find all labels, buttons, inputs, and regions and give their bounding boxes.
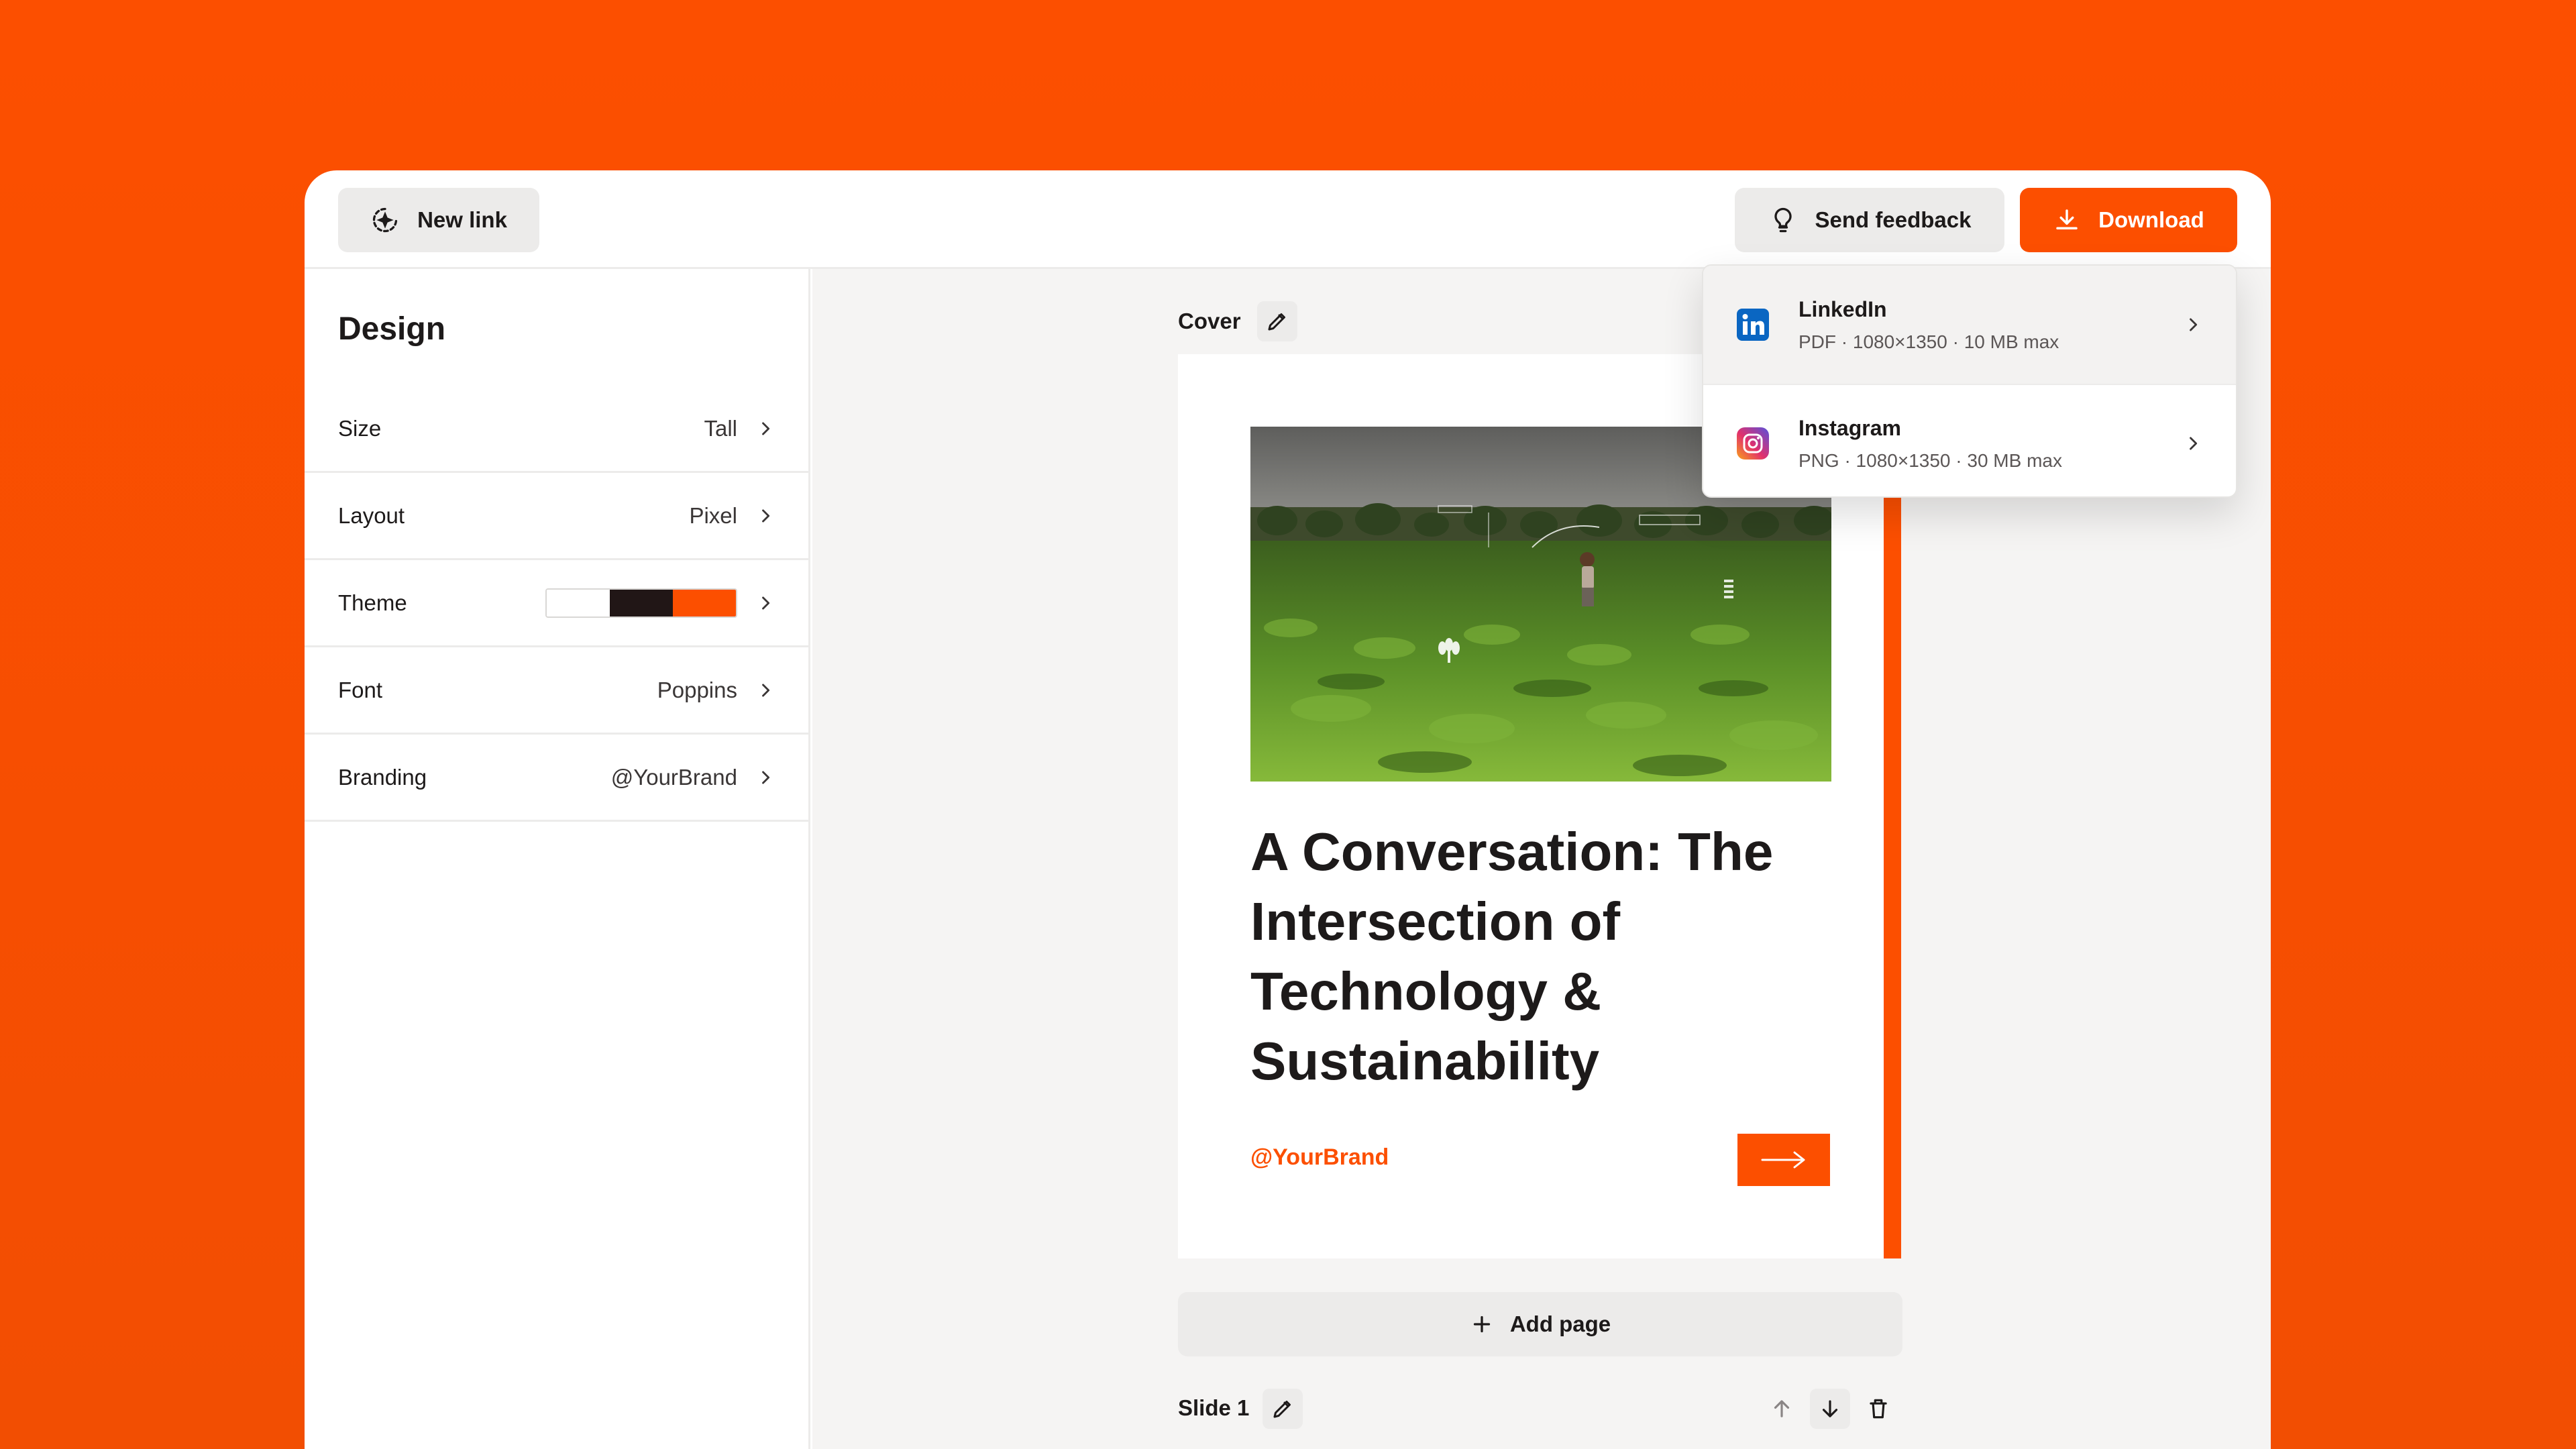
- instagram-icon: [1737, 427, 1769, 460]
- arrow-up-icon: [1774, 1400, 1790, 1417]
- download-label: Download: [2098, 207, 2204, 232]
- chevron-right-icon: [2190, 437, 2198, 450]
- chevron-right-icon: [762, 421, 770, 435]
- pencil-icon: [1273, 1401, 1291, 1418]
- sparkle-circle-icon: [372, 207, 398, 233]
- linkedin-icon: [1737, 309, 1769, 341]
- cover-brand-handle: @YourBrand: [1250, 1144, 1389, 1170]
- pencil-icon: [1268, 313, 1285, 331]
- download-option-name: Instagram: [1799, 415, 1901, 440]
- new-link-button[interactable]: New link: [338, 188, 539, 252]
- send-feedback-button[interactable]: Send feedback: [1735, 188, 2004, 252]
- next-arrow-button[interactable]: [1737, 1134, 1830, 1186]
- new-link-label: New link: [417, 207, 507, 232]
- arrow-right-icon: [1761, 1151, 1805, 1169]
- chevron-right-icon: [762, 508, 770, 523]
- edit-slide-button[interactable]: [1263, 1389, 1303, 1429]
- setting-row-font[interactable]: Font Poppins: [305, 647, 808, 735]
- top-bar: New link Send feedback Download: [305, 170, 2271, 269]
- setting-value: @YourBrand: [610, 764, 737, 790]
- sidebar-title: Design: [338, 311, 446, 347]
- download-button[interactable]: Download: [2020, 188, 2237, 252]
- arrow-down-icon: [1822, 1400, 1838, 1417]
- chevron-right-icon: [762, 683, 770, 697]
- download-option-name: LinkedIn: [1799, 297, 1887, 321]
- setting-value: Poppins: [657, 677, 737, 702]
- setting-row-branding[interactable]: Branding @YourBrand: [305, 735, 808, 822]
- download-option-meta: PNG · 1080×1350 · 30 MB max: [1799, 449, 2062, 471]
- setting-label: Theme: [338, 590, 407, 615]
- plus-icon: [1473, 1316, 1490, 1333]
- theme-swatch: [545, 588, 737, 618]
- theme-color-dark: [610, 589, 673, 616]
- trash-icon: [1870, 1399, 1887, 1419]
- setting-row-size[interactable]: Size Tall: [305, 386, 808, 473]
- setting-row-theme[interactable]: Theme: [305, 560, 808, 647]
- slide-label: Slide 1: [1178, 1395, 1250, 1420]
- download-menu: LinkedIn PDF · 1080×1350 · 10 MB max Ins…: [1702, 264, 2237, 498]
- setting-row-layout[interactable]: Layout Pixel: [305, 473, 808, 560]
- move-up-button[interactable]: [1762, 1389, 1802, 1429]
- cover-title: A Conversation: The Intersection of Tech…: [1250, 822, 1774, 1091]
- move-down-button[interactable]: [1810, 1389, 1850, 1429]
- download-icon: [2056, 209, 2078, 229]
- add-page-label: Add page: [1509, 1311, 1611, 1336]
- setting-label: Branding: [338, 764, 427, 790]
- edit-cover-button[interactable]: [1257, 301, 1297, 341]
- setting-value: Pixel: [689, 502, 737, 528]
- download-option-instagram[interactable]: Instagram PNG · 1080×1350 · 30 MB max: [1703, 384, 2236, 496]
- delete-slide-button[interactable]: [1858, 1389, 1898, 1429]
- download-option-meta: PDF · 1080×1350 · 10 MB max: [1799, 331, 2059, 352]
- design-sidebar: Design Size Tall Layout Pixel Theme Font…: [305, 269, 810, 1449]
- chevron-right-icon: [2190, 318, 2198, 331]
- lightbulb-icon: [1774, 207, 1792, 233]
- cover-label: Cover: [1178, 309, 1241, 333]
- chevron-right-icon: [762, 770, 770, 784]
- setting-label: Layout: [338, 502, 405, 528]
- download-option-linkedin[interactable]: LinkedIn PDF · 1080×1350 · 10 MB max: [1703, 266, 2236, 384]
- chevron-right-icon: [762, 596, 770, 610]
- theme-color-light: [547, 589, 610, 616]
- theme-color-accent: [673, 589, 736, 616]
- setting-label: Size: [338, 415, 382, 441]
- send-feedback-label: Send feedback: [1815, 207, 1972, 232]
- slide-actions: [1762, 1389, 1898, 1429]
- setting-value: Tall: [704, 415, 737, 441]
- add-page-button[interactable]: Add page: [1178, 1292, 1902, 1356]
- setting-label: Font: [338, 677, 383, 702]
